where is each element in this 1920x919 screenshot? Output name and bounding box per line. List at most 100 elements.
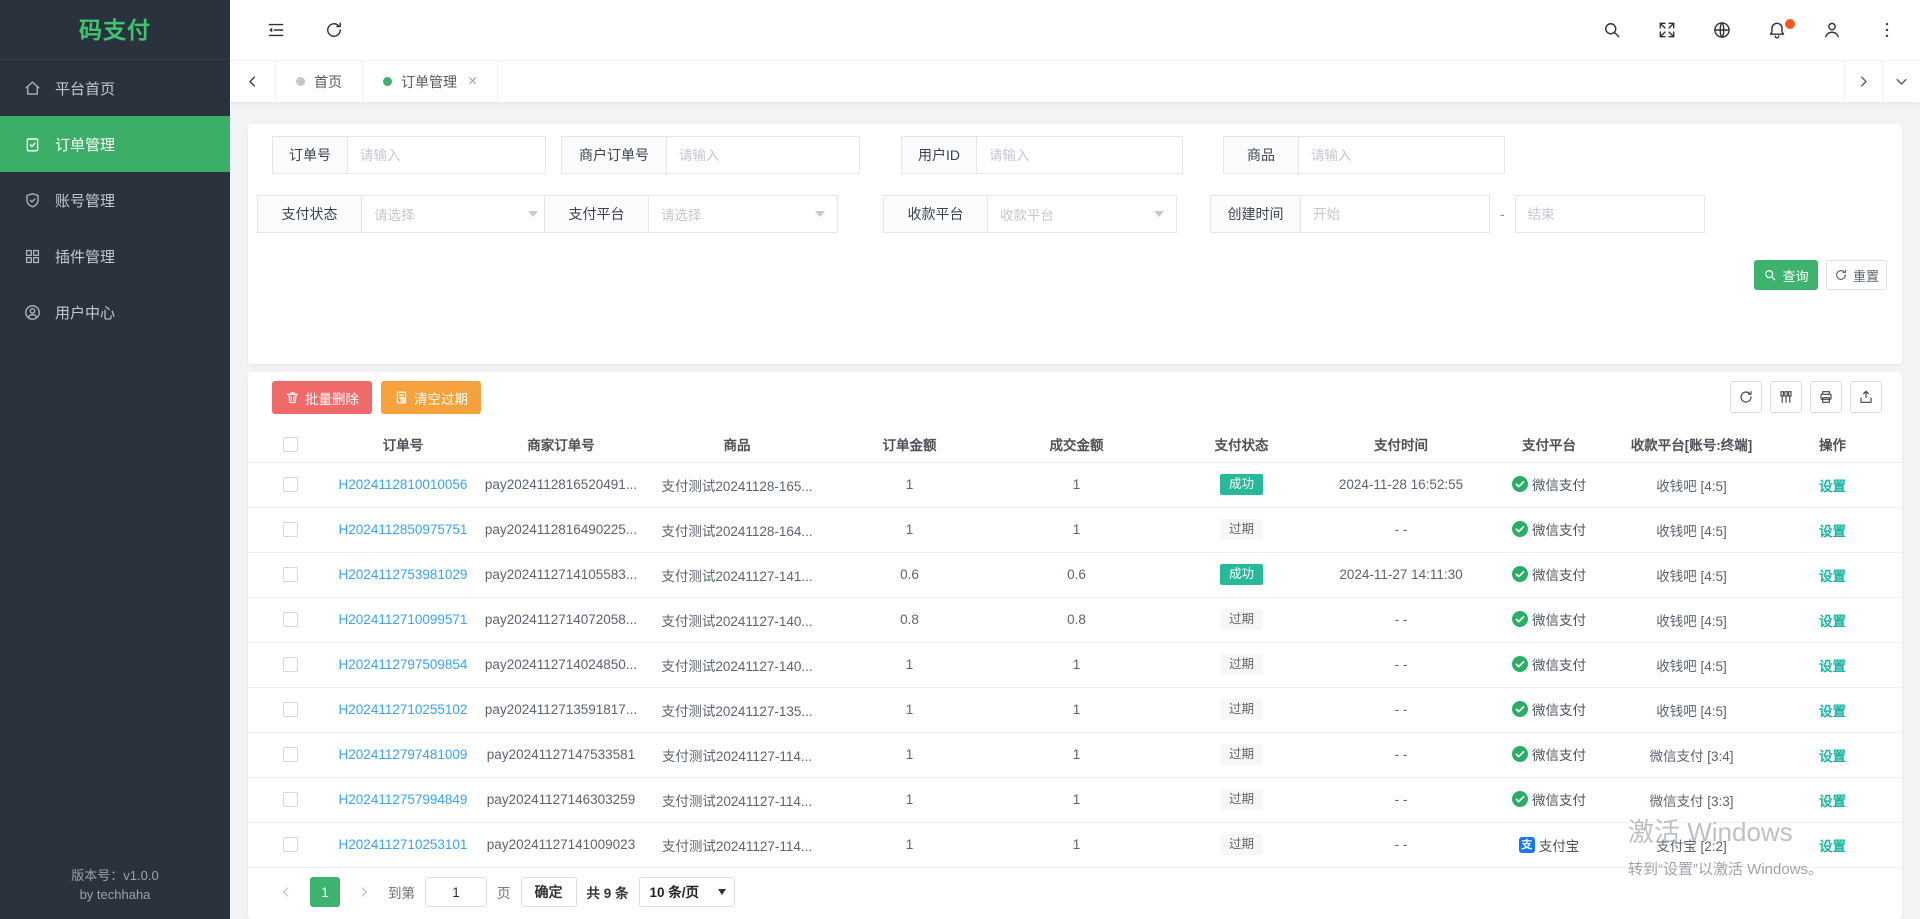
merchant-order-no: pay2024112714105583...: [473, 552, 649, 597]
settings-link[interactable]: 设置: [1819, 479, 1846, 494]
total-count-label: 共 9 条: [587, 882, 629, 902]
settings-link[interactable]: 设置: [1819, 524, 1846, 539]
batch-delete-label: 批量删除: [305, 388, 359, 408]
order-number-link[interactable]: H2024112757994849: [339, 792, 468, 807]
table-header-row: 订单号 商家订单号 商品 订单金额 成交金额 支付状态 支付时间 支付平台 收款…: [248, 426, 1902, 462]
row-checkbox[interactable]: [283, 747, 298, 762]
sidebar-item-plugins[interactable]: 插件管理: [0, 228, 230, 284]
col-header: 商家订单号: [473, 426, 649, 462]
query-button[interactable]: 查询: [1754, 260, 1818, 290]
table-row: H2024112850975751 pay2024112816490225...…: [248, 507, 1902, 552]
content: 订单号 商户订单号 用户ID 商品 支付状态 请选择: [230, 102, 1920, 919]
row-checkbox[interactable]: [283, 837, 298, 852]
search-icon[interactable]: [1602, 20, 1622, 40]
sidebar-item-user-center[interactable]: 用户中心: [0, 284, 230, 340]
tab-order-management[interactable]: 订单管理 ×: [363, 61, 498, 102]
order-number-link[interactable]: H2024112797481009: [339, 747, 468, 762]
paid-amount: 1: [994, 642, 1159, 687]
current-page-button[interactable]: 1: [310, 877, 340, 907]
export-icon[interactable]: [1850, 381, 1882, 413]
pay-status-select[interactable]: 请选择: [361, 195, 551, 233]
version-credit: by techhaha: [0, 886, 230, 905]
settings-link[interactable]: 设置: [1819, 704, 1846, 719]
caret-down-icon: [528, 211, 538, 217]
next-page-button[interactable]: [350, 877, 378, 907]
row-checkbox[interactable]: [283, 657, 298, 672]
row-checkbox[interactable]: [283, 567, 298, 582]
prev-page-button[interactable]: [272, 877, 300, 907]
order-number-link[interactable]: H2024112753981029: [339, 567, 468, 582]
tab-home[interactable]: 首页: [276, 61, 363, 102]
merchant-order-no-input[interactable]: [666, 136, 860, 174]
status-badge: 成功: [1220, 474, 1263, 495]
tabs-scroll-right-button[interactable]: [1844, 61, 1882, 102]
filter-label: 支付状态: [257, 195, 361, 233]
tab-close-icon[interactable]: ×: [468, 73, 477, 91]
select-all-checkbox[interactable]: [283, 437, 298, 452]
settings-link[interactable]: 设置: [1819, 749, 1846, 764]
merchant-order-no: pay20241127141009023: [473, 822, 649, 867]
pay-time: - -: [1324, 732, 1478, 777]
filter-pay-status: 支付状态 请选择: [257, 195, 551, 233]
reset-button[interactable]: 重置: [1826, 260, 1887, 290]
pay-time: 2024-11-28 16:52:55: [1324, 462, 1478, 507]
settings-link[interactable]: 设置: [1819, 839, 1846, 854]
order-number-link[interactable]: H2024112797509854: [339, 657, 468, 672]
order-number-link[interactable]: H2024112710253101: [339, 837, 468, 852]
page-number-input[interactable]: [425, 877, 487, 907]
wechat-pay-icon: [1512, 476, 1528, 492]
platform-name: 微信支付: [1532, 789, 1586, 809]
settings-link[interactable]: 设置: [1819, 614, 1846, 629]
receive-account: 微信支付 [3:3]: [1620, 777, 1763, 822]
sidebar-item-accounts[interactable]: 账号管理: [0, 172, 230, 228]
order-number-link[interactable]: H2024112710099571: [339, 612, 468, 627]
user-id-input[interactable]: [976, 136, 1183, 174]
sidebar: 码支付 平台首页 订单管理 账号管理 插件管理 用户中心 版本号：v1.0.0 …: [0, 0, 230, 919]
language-globe-icon[interactable]: [1712, 20, 1732, 40]
row-checkbox[interactable]: [283, 477, 298, 492]
settings-link[interactable]: 设置: [1819, 794, 1846, 809]
receive-platform-select[interactable]: 收款平台: [987, 195, 1177, 233]
notifications-bell-icon[interactable]: [1767, 20, 1787, 40]
pay-platform-select[interactable]: 请选择: [648, 195, 838, 233]
fullscreen-icon[interactable]: [1657, 20, 1677, 40]
columns-filter-icon[interactable]: [1770, 381, 1802, 413]
start-date-input[interactable]: [1300, 195, 1490, 233]
order-number-link[interactable]: H2024112850975751: [339, 522, 468, 537]
status-badge: 成功: [1220, 564, 1263, 585]
status-badge: 过期: [1220, 654, 1263, 675]
filter-label: 商品: [1223, 136, 1298, 174]
merchant-order-no: pay2024112816520491...: [473, 462, 649, 507]
user-profile-icon[interactable]: [1822, 20, 1842, 40]
row-checkbox[interactable]: [283, 702, 298, 717]
product-name: 支付测试20241127-114...: [649, 732, 825, 777]
collapse-menu-icon[interactable]: [266, 20, 286, 40]
settings-link[interactable]: 设置: [1819, 659, 1846, 674]
product-input[interactable]: [1298, 136, 1505, 174]
row-checkbox[interactable]: [283, 612, 298, 627]
refresh-page-icon[interactable]: [324, 20, 344, 40]
clear-expired-button[interactable]: 清空过期: [381, 381, 481, 414]
order-no-input[interactable]: [347, 136, 546, 174]
order-number-link[interactable]: H2024112810010056: [339, 477, 468, 492]
sidebar-item-home[interactable]: 平台首页: [0, 60, 230, 116]
row-checkbox[interactable]: [283, 522, 298, 537]
receive-account: 微信支付 [3:4]: [1620, 732, 1763, 777]
print-icon[interactable]: [1810, 381, 1842, 413]
more-options-icon[interactable]: [1877, 20, 1897, 40]
refresh-table-icon[interactable]: [1730, 381, 1762, 413]
tabs-menu-button[interactable]: [1882, 61, 1920, 102]
confirm-page-button[interactable]: 确定: [521, 877, 577, 907]
batch-delete-button[interactable]: 批量删除: [272, 381, 372, 414]
wechat-pay-icon: [1512, 656, 1528, 672]
order-number-link[interactable]: H2024112710255102: [339, 702, 468, 717]
row-checkbox[interactable]: [283, 792, 298, 807]
sidebar-item-orders[interactable]: 订单管理: [0, 116, 230, 172]
settings-link[interactable]: 设置: [1819, 569, 1846, 584]
page-size-select[interactable]: 10 条/页: [639, 877, 735, 907]
sidebar-item-label: 订单管理: [55, 134, 115, 155]
date-range-separator: -: [1500, 206, 1505, 222]
product-name: 支付测试20241127-135...: [649, 687, 825, 732]
tabs-scroll-left-button[interactable]: [230, 61, 276, 102]
end-date-input[interactable]: [1515, 195, 1705, 233]
